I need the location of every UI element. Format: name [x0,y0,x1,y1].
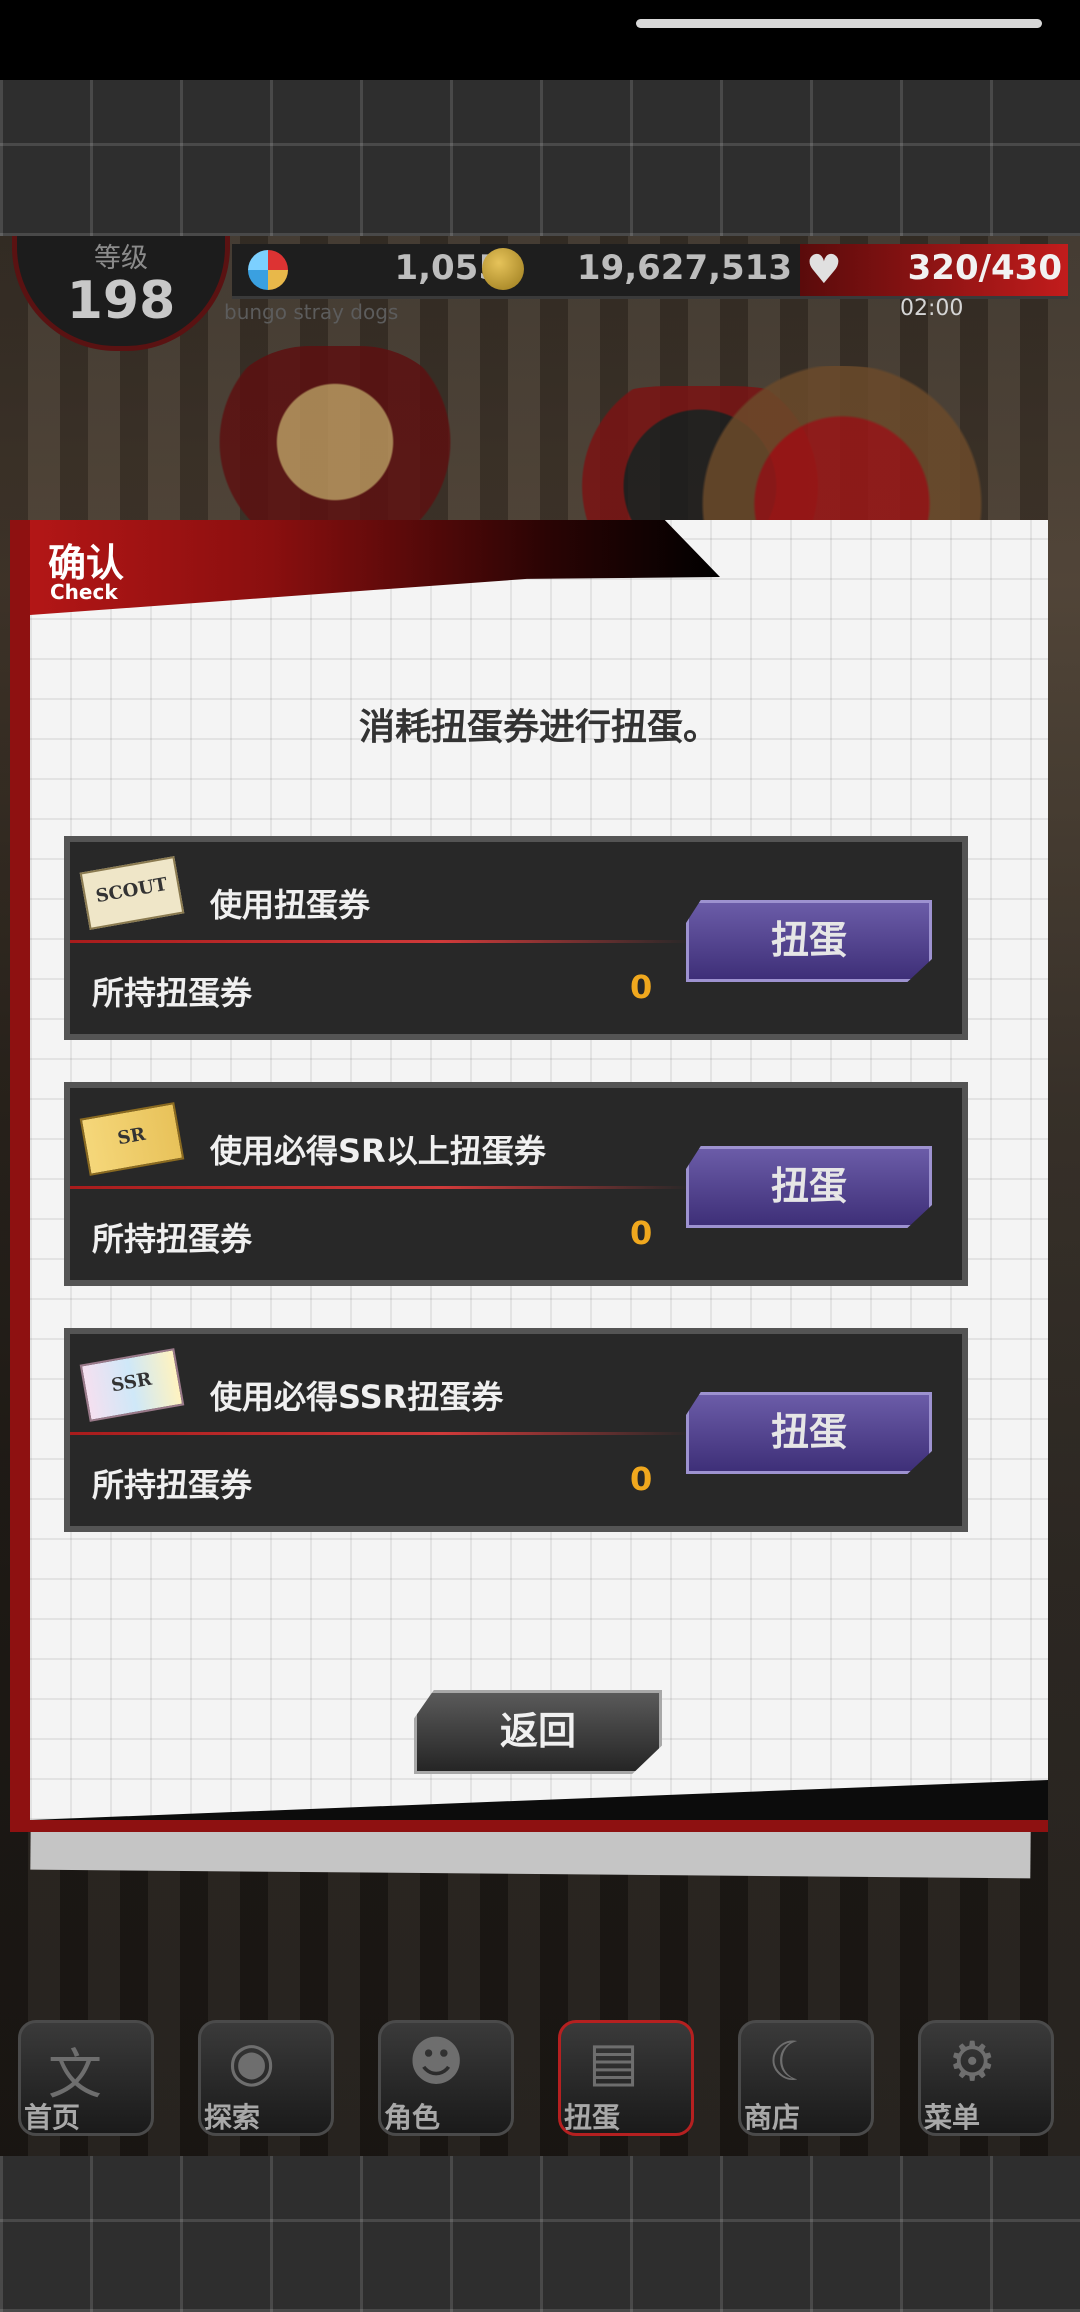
dialog-footer-edge [30,1780,1048,1820]
gacha-button-sr[interactable]: 扭蛋 [686,1146,932,1228]
nav-characters[interactable]: ☻ 角色 [368,2010,518,2136]
heart-icon: ♥ [806,247,842,293]
dialog-subtitle: Check [50,580,118,604]
stamina-timer: 02:00 [900,296,964,321]
stamina-count: 320/430 [907,248,1062,288]
owned-label: 所持扭蛋券 [92,974,253,1012]
owned-label: 所持扭蛋券 [92,1466,253,1504]
nav-shop-label: 商店 [744,2101,801,2134]
owned-count: 0 [630,968,653,1006]
ssr-ticket-icon: SSR [79,1348,185,1422]
nav-shop[interactable]: ☾ 商店 [728,2010,878,2136]
owned-label: 所持扭蛋券 [92,1220,253,1258]
owned-count: 0 [630,1214,653,1252]
gacha-button-scout[interactable]: 扭蛋 [686,900,932,982]
coin-icon [482,248,524,290]
sr-ticket-icon: SR [79,1102,185,1176]
top-grid-band [0,80,1080,236]
ticket-row-sr: SR 使用必得SR以上扭蛋券 所持扭蛋券 0 扭蛋 [64,1082,968,1286]
system-status-bar [0,0,1080,80]
gem-count: 1,055 [394,248,502,288]
game-caption: bungo stray dogs [224,300,399,324]
nav-home-label: 首页 [24,2101,81,2134]
nav-gacha-label: 扭蛋 [564,2101,621,2134]
dialog-message: 消耗扭蛋券进行扭蛋。 [358,707,719,748]
ticket-divider [70,1186,690,1189]
ticket-divider [70,1432,690,1435]
gem-icon [248,250,288,290]
ticket-row-scout: SCOUT 使用扭蛋券 所持扭蛋券 0 扭蛋 [64,836,968,1040]
dialog-header: 确认 Check [30,520,720,615]
scout-ticket-icon: SCOUT [79,856,185,930]
nav-explore[interactable]: ◉ 探索 [188,2010,338,2136]
gacha-button-ssr[interactable]: 扭蛋 [686,1392,932,1474]
ticket-title: 使用必得SSR扭蛋券 [210,1378,504,1416]
confirm-dialog: 确认 Check 消耗扭蛋券进行扭蛋。 SCOUT 使用扭蛋券 所持扭蛋券 0 … [30,520,1048,1820]
shop-icon: ☾ [768,2030,817,2093]
level-value: 198 [66,271,176,331]
coin-count: 19,627,513 [576,248,792,288]
characters-icon: ☻ [408,2030,465,2093]
gacha-icon: ▤ [588,2030,640,2093]
home-indicator [636,19,1042,28]
gear-icon: ⚙ [948,2030,997,2093]
ticket-row-ssr: SSR 使用必得SSR扭蛋券 所持扭蛋券 0 扭蛋 [64,1328,968,1532]
explore-icon: ◉ [228,2030,276,2093]
bottom-grid-band [0,2156,1080,2312]
nav-gacha[interactable]: ▤ 扭蛋 [548,2010,698,2136]
owned-count: 0 [630,1460,653,1498]
ticket-title: 使用扭蛋券 [210,886,371,924]
resource-bar: 1,055 19,627,513 ♥ 320/430 [232,244,1068,299]
nav-menu-label: 菜单 [924,2101,981,2134]
return-button[interactable]: 返回 [414,1690,662,1774]
nav-home[interactable]: 文 首页 [8,2010,158,2136]
nav-explore-label: 探索 [204,2101,261,2134]
dialog-title: 确认 [48,541,125,585]
ticket-title: 使用必得SR以上扭蛋券 [210,1132,546,1170]
ticket-divider [70,940,690,943]
level-label: 等级 [94,243,148,274]
nav-menu[interactable]: ⚙ 菜单 [908,2010,1058,2136]
bottom-navigation: 文 首页 ◉ 探索 ☻ 角色 ▤ 扭蛋 ☾ 商店 ⚙ 菜单 [0,2000,1080,2150]
nav-characters-label: 角色 [384,2101,441,2134]
